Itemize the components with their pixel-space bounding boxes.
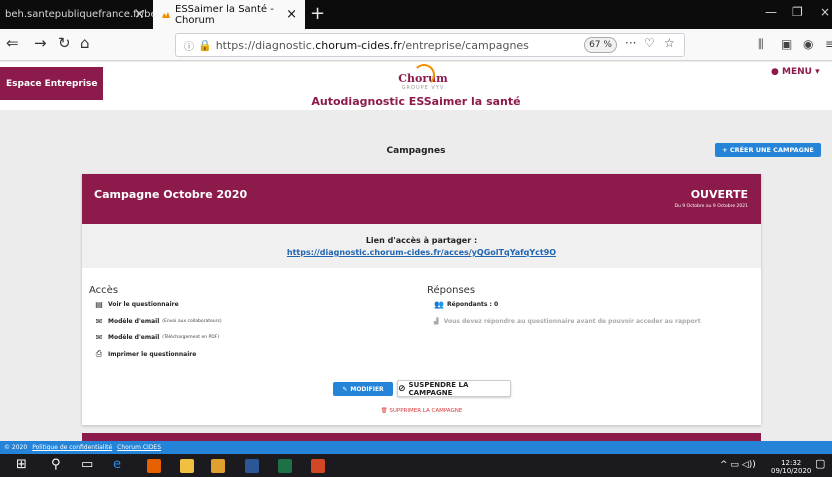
browser-tab-beh[interactable]: beh.santepubliquefrance.fr/beh/20 ×	[0, 0, 179, 29]
view-questionnaire-link[interactable]: ▤ Voir le questionnaire	[95, 300, 179, 309]
taskbar-clock[interactable]: 12:32 09/10/2020	[771, 459, 811, 475]
footer: © 2020 Politique de confidentialité Chor…	[0, 441, 832, 454]
menu-label: MENU	[782, 67, 812, 77]
users-icon: 👥	[434, 300, 444, 309]
campaign-name: Campagne Octobre 2020	[94, 188, 248, 201]
minimize-icon[interactable]: —	[765, 5, 777, 19]
chorum-favicon-icon	[161, 10, 171, 20]
windows-taskbar: ⊞ ⚲ ▭ e ^ ▭ ◁)) ▢	[0, 454, 832, 477]
windows-start-icon[interactable]: ⊞	[16, 457, 27, 472]
menu-button[interactable]: ● MENU ▾	[771, 67, 820, 77]
user-circle-icon: ●	[771, 67, 779, 77]
lock-icon: 🔒	[198, 38, 212, 52]
campaign-status: OUVERTE	[690, 188, 748, 201]
home-icon[interactable]: ⌂	[80, 34, 90, 52]
footer-copyright: © 2020	[4, 444, 28, 451]
envelope-icon: ✉	[95, 333, 103, 342]
acces-title: Accès	[89, 285, 119, 296]
clock-time: 12:32	[781, 459, 802, 467]
url-path: /entreprise/campagnes	[401, 38, 529, 52]
url-prefix: https://diagnostic.	[215, 38, 316, 52]
item-label: Modèle d'email	[108, 334, 160, 341]
item-label: Voir le questionnaire	[108, 301, 179, 308]
forward-icon[interactable]: →	[34, 34, 47, 52]
logo-arc-icon	[413, 64, 435, 86]
library-icon[interactable]: ⫼	[758, 37, 764, 52]
next-campaign-card-header	[82, 433, 761, 441]
campaign-dates: Du 9 Octobre au 9 Octobre 2021	[674, 204, 748, 209]
delete-campaign-button[interactable]: 🗑 SUPPRIMER LA CAMPAGNE	[82, 408, 761, 414]
list-icon: ▤	[95, 300, 103, 309]
url-domain: chorum-cides.fr	[315, 38, 402, 52]
respondents-count: 👥 Répondants : 0	[434, 300, 498, 309]
file-explorer-icon[interactable]	[180, 459, 194, 473]
share-label: Lien d'accès à partager :	[365, 236, 478, 245]
create-campaign-button[interactable]: + CRÉER UNE CAMPAGNE	[715, 143, 821, 157]
outlook-icon[interactable]	[211, 459, 225, 473]
email-template-pdf-link[interactable]: ✉ Modèle d'email (Téléchargement en PDF)	[95, 333, 219, 342]
pencil-icon: ✎	[342, 385, 348, 393]
sidebar-icon[interactable]: ▣	[781, 37, 792, 51]
clock-date: 09/10/2020	[771, 467, 812, 475]
hamburger-menu-icon[interactable]: ≡	[825, 37, 832, 51]
powerpoint-icon[interactable]	[311, 459, 325, 473]
zoom-indicator[interactable]: 67 %	[584, 37, 617, 53]
print-questionnaire-link[interactable]: ⎙ Imprimer le questionnaire	[95, 349, 197, 359]
word-icon[interactable]	[245, 459, 259, 473]
trash-icon: 🗑	[380, 408, 388, 414]
modify-button[interactable]: ✎ MODIFIER	[333, 382, 393, 396]
item-note: (Téléchargement en PDF)	[162, 335, 220, 340]
campaign-card-header: Campagne Octobre 2020 OUVERTE Du 9 Octob…	[82, 174, 761, 224]
system-tray-icons[interactable]: ^ ▭ ◁))	[720, 460, 756, 470]
close-window-icon[interactable]: ×	[820, 5, 830, 19]
back-icon[interactable]: ⇐	[6, 34, 19, 52]
suspend-button[interactable]: ⊘ SUSPENDRE LA CAMPAGNE	[397, 380, 511, 397]
edge-icon[interactable]: e	[113, 457, 121, 472]
extension-icon[interactable]: ◉	[803, 37, 813, 51]
restore-icon[interactable]: ❐	[792, 5, 803, 19]
caret-down-icon: ▾	[815, 67, 820, 77]
chorum-cides-link[interactable]: Chorum CIDES	[117, 444, 161, 451]
report-note-text: Vous devez répondre au questionnaire ava…	[443, 318, 701, 325]
chorum-logo[interactable]: Chorum GROUPE VYV	[398, 64, 448, 94]
pocket-icon[interactable]: ♡	[644, 36, 655, 50]
search-icon[interactable]: ⚲	[51, 457, 61, 472]
report-disabled-note: ▟ Vous devez répondre au questionnaire a…	[434, 318, 701, 325]
excel-icon[interactable]	[278, 459, 292, 473]
notification-icon[interactable]: ▢	[815, 457, 825, 470]
share-link[interactable]: https://diagnostic.chorum-cides.fr/acces…	[82, 248, 761, 257]
page-actions-icon[interactable]: ···	[625, 36, 636, 50]
tab-close-icon[interactable]: ×	[134, 7, 145, 22]
ban-icon: ⊘	[398, 383, 406, 394]
respondents-label: Répondants : 0	[447, 301, 499, 308]
item-label: Modèle d'email	[108, 318, 160, 325]
bookmark-star-icon[interactable]: ☆	[664, 36, 675, 50]
modify-label: MODIFIER	[350, 385, 384, 393]
item-label: Imprimer le questionnaire	[108, 350, 197, 358]
suspend-label: SUSPENDRE LA CAMPAGNE	[408, 380, 469, 397]
email-template-send-link[interactable]: ✉ Modèle d'email (Envoi aux collaborateu…	[95, 317, 222, 326]
share-section: Lien d'accès à partager : https://diagno…	[82, 224, 761, 268]
browser-tab-essaimer[interactable]: ESSaimer la Santé - Chorum ×	[153, 0, 305, 29]
new-tab-icon[interactable]: +	[310, 3, 325, 24]
envelope-icon: ✉	[95, 317, 103, 326]
tab-close-icon[interactable]: ×	[286, 7, 297, 22]
info-icon[interactable]: ⓘ	[184, 38, 194, 53]
delete-label: SUPPRIMER LA CAMPAGNE	[389, 408, 463, 414]
task-view-icon[interactable]: ▭	[81, 457, 93, 472]
reponses-title: Réponses	[427, 285, 476, 296]
privacy-link[interactable]: Politique de confidentialité	[32, 444, 112, 451]
item-note: (Envoi aux collaborateurs)	[162, 319, 222, 324]
reload-icon[interactable]: ↻	[58, 34, 71, 52]
page-title: Campagnes	[386, 146, 446, 156]
browser-nav-bar: ⇐ → ↻ ⌂ ⓘ 🔒 https://diagnostic. chorum-ci…	[0, 29, 832, 61]
campaign-card: Campagne Octobre 2020 OUVERTE Du 9 Octob…	[82, 174, 761, 425]
printer-icon: ⎙	[95, 349, 103, 358]
app-title: Autodiagnostic ESSaimer la santé	[311, 95, 521, 108]
browser-tab-bar: beh.santepubliquefrance.fr/beh/20 × ESSa…	[0, 0, 832, 29]
firefox-icon[interactable]	[147, 459, 161, 473]
chart-icon: ▟	[434, 318, 439, 325]
